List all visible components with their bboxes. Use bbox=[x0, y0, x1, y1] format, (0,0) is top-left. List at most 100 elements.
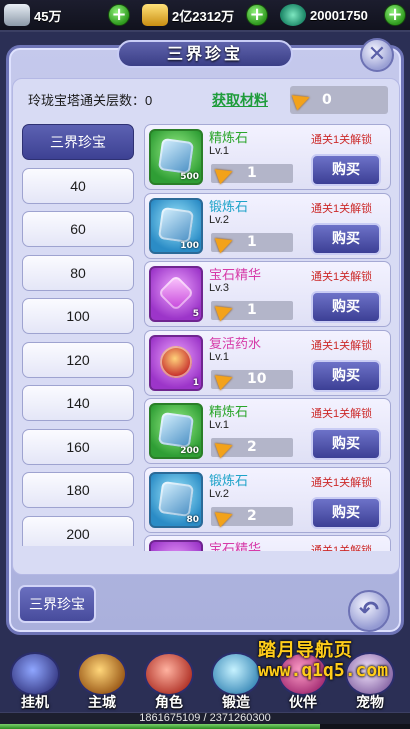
price-value: 1 bbox=[247, 233, 257, 250]
item-list[interactable]: 500 精炼石 Lv.1 1 通关1关解锁 购买 100 锻炼石 Lv.2 1 通关1关解锁 购买 5 宝… bbox=[144, 124, 393, 551]
token-icon bbox=[214, 437, 236, 459]
price-value: 1 bbox=[247, 165, 257, 181]
character-icon bbox=[144, 652, 194, 696]
token-icon bbox=[214, 232, 236, 253]
xp-bar bbox=[0, 724, 410, 729]
nav-label: 伙伴 bbox=[289, 695, 317, 711]
gold-currency: 2亿2312万 bbox=[142, 3, 234, 27]
item-row: 1 复活药水 Lv.1 10 通关1关解锁 购买 bbox=[144, 329, 391, 396]
token-icon bbox=[214, 369, 236, 390]
item-level: Lv.2 bbox=[209, 213, 229, 226]
nav-label: 挂机 bbox=[21, 695, 49, 711]
item-thumbnail: 500 bbox=[149, 129, 203, 185]
tab-level-140[interactable]: 140 bbox=[22, 385, 134, 421]
item-price: 1 bbox=[211, 300, 293, 322]
unlock-requirement: 通关1关解锁 bbox=[311, 408, 373, 420]
item-level: Lv.2 bbox=[209, 487, 229, 500]
currency-bar: 45万 + 2亿2312万 + 20001750 + bbox=[0, 0, 410, 32]
panel-title: 三界珍宝 bbox=[117, 40, 293, 68]
silver-ingot-icon bbox=[4, 4, 30, 26]
item-count: 200 bbox=[180, 446, 199, 456]
item-count: 5 bbox=[192, 309, 199, 319]
item-row: 500 精炼石 Lv.1 1 通关1关解锁 购买 bbox=[144, 124, 391, 190]
tab-treasure[interactable]: 三界珍宝 bbox=[22, 124, 134, 160]
item-count: 80 bbox=[186, 514, 199, 525]
add-gold-button[interactable]: + bbox=[246, 4, 268, 26]
item-count: 500 bbox=[180, 172, 199, 182]
add-gem-button[interactable]: + bbox=[384, 4, 406, 26]
item-thumbnail: 80 bbox=[149, 471, 203, 528]
idle-icon bbox=[10, 652, 60, 696]
gem-value: 20001750 bbox=[310, 7, 368, 23]
nav-label: 锻造 bbox=[222, 695, 250, 711]
gem-currency: 20001750 bbox=[280, 3, 368, 27]
nav-idle[interactable]: 挂机 bbox=[4, 648, 66, 712]
token-icon bbox=[214, 300, 236, 322]
item-level: Lv.1 bbox=[209, 145, 229, 157]
item-name: 锻炼石 bbox=[209, 472, 249, 488]
watermark-url: www.q1q5.com bbox=[258, 660, 389, 681]
unlock-requirement: 通关1关解锁 bbox=[311, 202, 373, 215]
nav-character[interactable]: 角色 bbox=[138, 648, 200, 712]
buy-button[interactable]: 购买 bbox=[311, 359, 381, 392]
item-level: Lv.3 bbox=[209, 282, 229, 294]
item-thumbnail: 200 bbox=[149, 403, 203, 459]
item-icon bbox=[157, 343, 195, 380]
item-thumbnail: 100 bbox=[149, 197, 203, 254]
item-name: 精炼石 bbox=[209, 130, 249, 145]
item-price: 2 bbox=[211, 437, 293, 459]
price-value: 10 bbox=[247, 370, 267, 387]
item-name: 精炼石 bbox=[209, 404, 249, 419]
token-icon bbox=[214, 163, 236, 185]
token-balance: 0 bbox=[290, 86, 388, 114]
status-coords: 1861675109 / 2371260300 bbox=[139, 712, 271, 724]
buy-button[interactable]: 购买 bbox=[311, 496, 381, 529]
jade-gem-icon bbox=[280, 4, 306, 26]
tab-level-160[interactable]: 160 bbox=[22, 428, 134, 465]
watermark-title: 踏月导航页 bbox=[258, 640, 353, 661]
item-row: 5 宝石精华 Lv.3 1 通关1关解锁 购买 bbox=[144, 261, 391, 327]
xp-bar-fill bbox=[0, 724, 320, 729]
item-row: 80 锻炼石 Lv.2 2 通关1关解锁 购买 bbox=[144, 466, 391, 533]
tab-level-60[interactable]: 60 bbox=[22, 211, 134, 247]
buy-button[interactable]: 购买 bbox=[311, 428, 381, 460]
token-icon bbox=[214, 506, 236, 527]
item-price: 1 bbox=[211, 232, 293, 253]
unlock-requirement: 通关1关解锁 bbox=[311, 271, 373, 283]
tab-level-40[interactable]: 40 bbox=[22, 167, 134, 204]
tab-treasure-bottom[interactable]: 三界珍宝 bbox=[18, 585, 96, 623]
close-button[interactable]: ✕ bbox=[360, 38, 394, 72]
category-tabs: 三界珍宝 40 60 80 100 120 140 160 180 200 bbox=[20, 124, 138, 546]
item-name: 锻炼石 bbox=[209, 198, 249, 214]
item-price: 1 bbox=[211, 163, 293, 185]
token-value: 0 bbox=[322, 92, 332, 108]
item-row: 宝石精华 通关1关解锁 bbox=[144, 535, 391, 551]
price-value: 2 bbox=[247, 507, 257, 524]
item-icon bbox=[157, 411, 195, 449]
buy-button[interactable]: 购买 bbox=[311, 222, 381, 255]
buy-button[interactable]: 购买 bbox=[311, 291, 381, 323]
item-icon bbox=[157, 137, 195, 175]
get-materials-link[interactable]: 获取材料 bbox=[212, 90, 268, 110]
item-price: 10 bbox=[211, 369, 293, 390]
forge-icon bbox=[211, 652, 261, 696]
tab-level-180[interactable]: 180 bbox=[22, 472, 134, 508]
tab-level-100[interactable]: 100 bbox=[22, 298, 134, 334]
gold-ingot-icon bbox=[142, 4, 168, 26]
tab-level-80[interactable]: 80 bbox=[22, 254, 134, 291]
add-silver-button[interactable]: + bbox=[108, 4, 130, 26]
item-icon bbox=[157, 206, 195, 243]
gold-value: 2亿2312万 bbox=[172, 8, 235, 24]
token-icon bbox=[291, 89, 313, 111]
item-row: 100 锻炼石 Lv.2 1 通关1关解锁购买 bbox=[144, 192, 391, 259]
unlock-requirement: 通关1关解锁 bbox=[311, 545, 373, 551]
item-row: 200 精炼石 Lv.1 2 通关1关解锁 购买 bbox=[144, 398, 391, 464]
buy-button[interactable]: 购买 bbox=[311, 154, 381, 186]
tab-level-120[interactable]: 120 bbox=[22, 341, 134, 378]
tab-level-200[interactable]: 200 bbox=[22, 515, 134, 546]
main-city-icon bbox=[77, 652, 127, 696]
back-button[interactable]: ↶ bbox=[348, 590, 390, 632]
nav-main-city[interactable]: 主城 bbox=[71, 648, 133, 712]
nav-label: 角色 bbox=[155, 695, 183, 711]
item-count: 1 bbox=[192, 377, 199, 388]
